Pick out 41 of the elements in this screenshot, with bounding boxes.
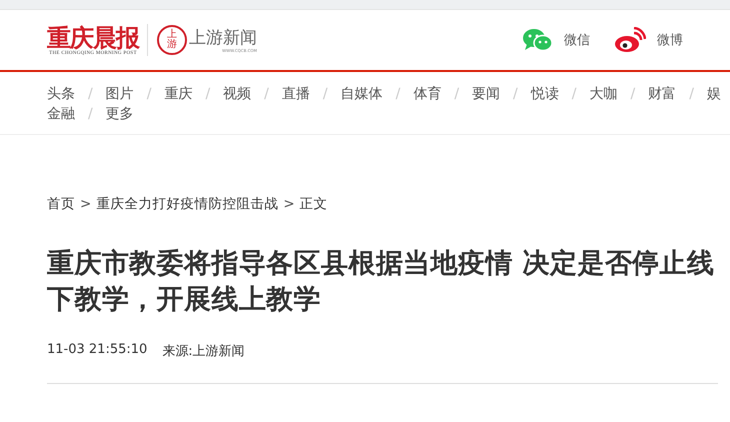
- partner-badge: 上游: [157, 25, 187, 55]
- nav-link[interactable]: 体育: [413, 84, 442, 104]
- nav-separator: /: [454, 85, 460, 104]
- nav-separator: /: [396, 85, 400, 104]
- nav-separator: /: [88, 105, 93, 124]
- newspaper-logo[interactable]: 重庆晨报: [47, 24, 139, 50]
- nav-link[interactable]: 直播: [282, 84, 310, 104]
- nav-link[interactable]: 图片: [106, 84, 134, 104]
- nav-separator: /: [205, 85, 210, 104]
- breadcrumb-separator: >: [283, 196, 295, 212]
- nav-separator: /: [572, 85, 576, 104]
- article-title: 重庆市教委将指导各区县根据当地疫情 决定是否停止线下教学，开展线上教学: [47, 247, 716, 317]
- breadcrumb-separator: >: [80, 196, 92, 212]
- nav-separator: /: [88, 85, 93, 104]
- breadcrumb-link[interactable]: 重庆全力打好疫情防控阻击战: [96, 195, 278, 213]
- nav-link[interactable]: 重庆: [164, 84, 192, 104]
- chat-bubbles-icon: [523, 28, 553, 52]
- breadcrumb-link[interactable]: 正文: [300, 195, 328, 213]
- publish-time: 11-03 21:55:10: [47, 342, 148, 359]
- nav-separator: /: [264, 85, 269, 104]
- nav-link[interactable]: 要闻: [472, 84, 500, 104]
- nav-link[interactable]: 财富: [648, 84, 676, 104]
- nav-link[interactable]: 大咖: [589, 84, 618, 104]
- nav-link[interactable]: 娱: [706, 84, 721, 104]
- partner-logo[interactable]: 上游新闻: [189, 28, 257, 48]
- nav-separator: /: [513, 85, 518, 104]
- nav-link[interactable]: 自媒体: [340, 84, 383, 104]
- share-link[interactable]: 微博: [614, 27, 683, 53]
- article-source: 来源:上游新闻: [162, 343, 245, 360]
- nav-separator: /: [689, 85, 694, 104]
- nav-separator: /: [146, 85, 152, 104]
- breadcrumb-link[interactable]: 首页: [47, 195, 75, 213]
- nav-link[interactable]: 金融: [47, 104, 75, 124]
- nav-separator: /: [322, 85, 328, 104]
- nav-link[interactable]: 悦读: [530, 84, 559, 104]
- nav-link[interactable]: 更多: [106, 104, 134, 124]
- nav-separator: /: [630, 85, 636, 104]
- nav-link[interactable]: 视频: [223, 84, 252, 104]
- share-link[interactable]: 微信: [523, 28, 590, 52]
- eye-logo-icon: [614, 27, 646, 53]
- nav-link[interactable]: 头条: [47, 84, 75, 104]
